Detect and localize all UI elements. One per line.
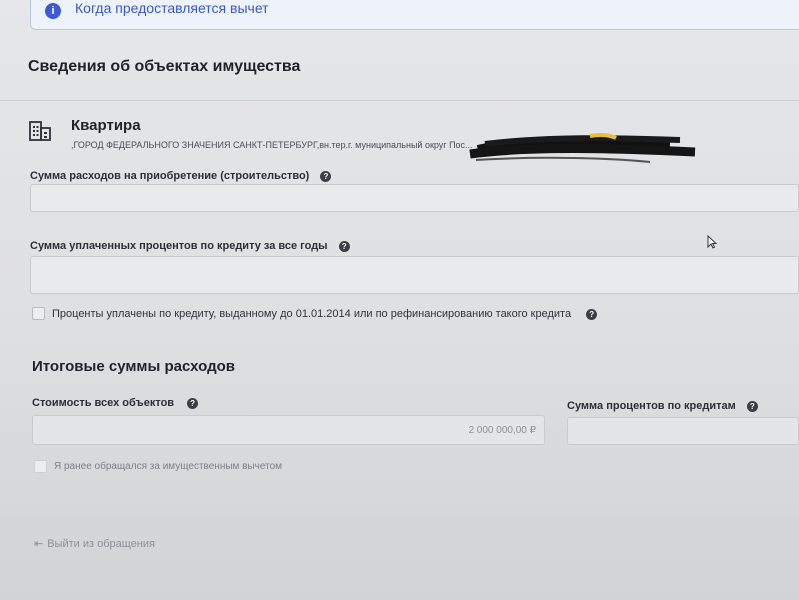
info-banner[interactable]: i Когда предоставляется вычет — [30, 0, 799, 30]
help-icon[interactable]: ? — [338, 240, 350, 252]
property-title: Квартира — [71, 117, 141, 134]
redaction-scribble — [469, 132, 696, 163]
page: i Когда предоставляется вычет Сведения о… — [0, 0, 799, 600]
interest-paid-label: Сумма уплаченных процентов по кредиту за… — [30, 240, 350, 252]
mouse-cursor-icon — [707, 235, 717, 249]
credit-interest-input — [567, 417, 799, 445]
objects-cost-value: 2 000 000,00 ₽ — [468, 425, 536, 436]
purchase-cost-label: Сумма расходов на приобретение (строител… — [30, 170, 332, 182]
help-icon[interactable]: ? — [187, 397, 199, 409]
info-icon: i — [45, 3, 61, 19]
objects-cost-label: Стоимость всех объектов ? — [32, 397, 199, 409]
exit-link[interactable]: ⇤ Выйти из обращения — [34, 537, 155, 550]
previous-deduction-checkbox[interactable] — [34, 460, 47, 473]
exit-icon: ⇤ — [34, 538, 44, 550]
objects-cost-input: 2 000 000,00 ₽ — [32, 415, 545, 445]
section-title: Сведения об объектах имущества — [28, 58, 301, 75]
building-icon — [29, 121, 51, 141]
purchase-cost-input[interactable] — [30, 184, 799, 212]
pre2014-credit-label: Проценты уплачены по кредиту, выданному … — [52, 308, 598, 320]
pre2014-credit-checkbox[interactable] — [32, 307, 45, 320]
previous-deduction-label: Я ранее обращался за имущественным вычет… — [54, 461, 283, 472]
totals-title: Итоговые суммы расходов — [32, 358, 235, 375]
info-banner-link[interactable]: Когда предоставляется вычет — [75, 0, 269, 16]
section-divider — [0, 100, 799, 101]
help-icon[interactable]: ? — [320, 170, 332, 182]
property-address: ,ГОРОД ФЕДЕРАЛЬНОГО ЗНАЧЕНИЯ САНКТ-ПЕТЕР… — [71, 140, 473, 150]
help-icon[interactable]: ? — [746, 400, 758, 412]
help-icon[interactable]: ? — [586, 308, 598, 320]
credit-interest-label: Сумма процентов по кредитам ? — [567, 400, 758, 412]
interest-paid-input[interactable] — [30, 256, 799, 294]
